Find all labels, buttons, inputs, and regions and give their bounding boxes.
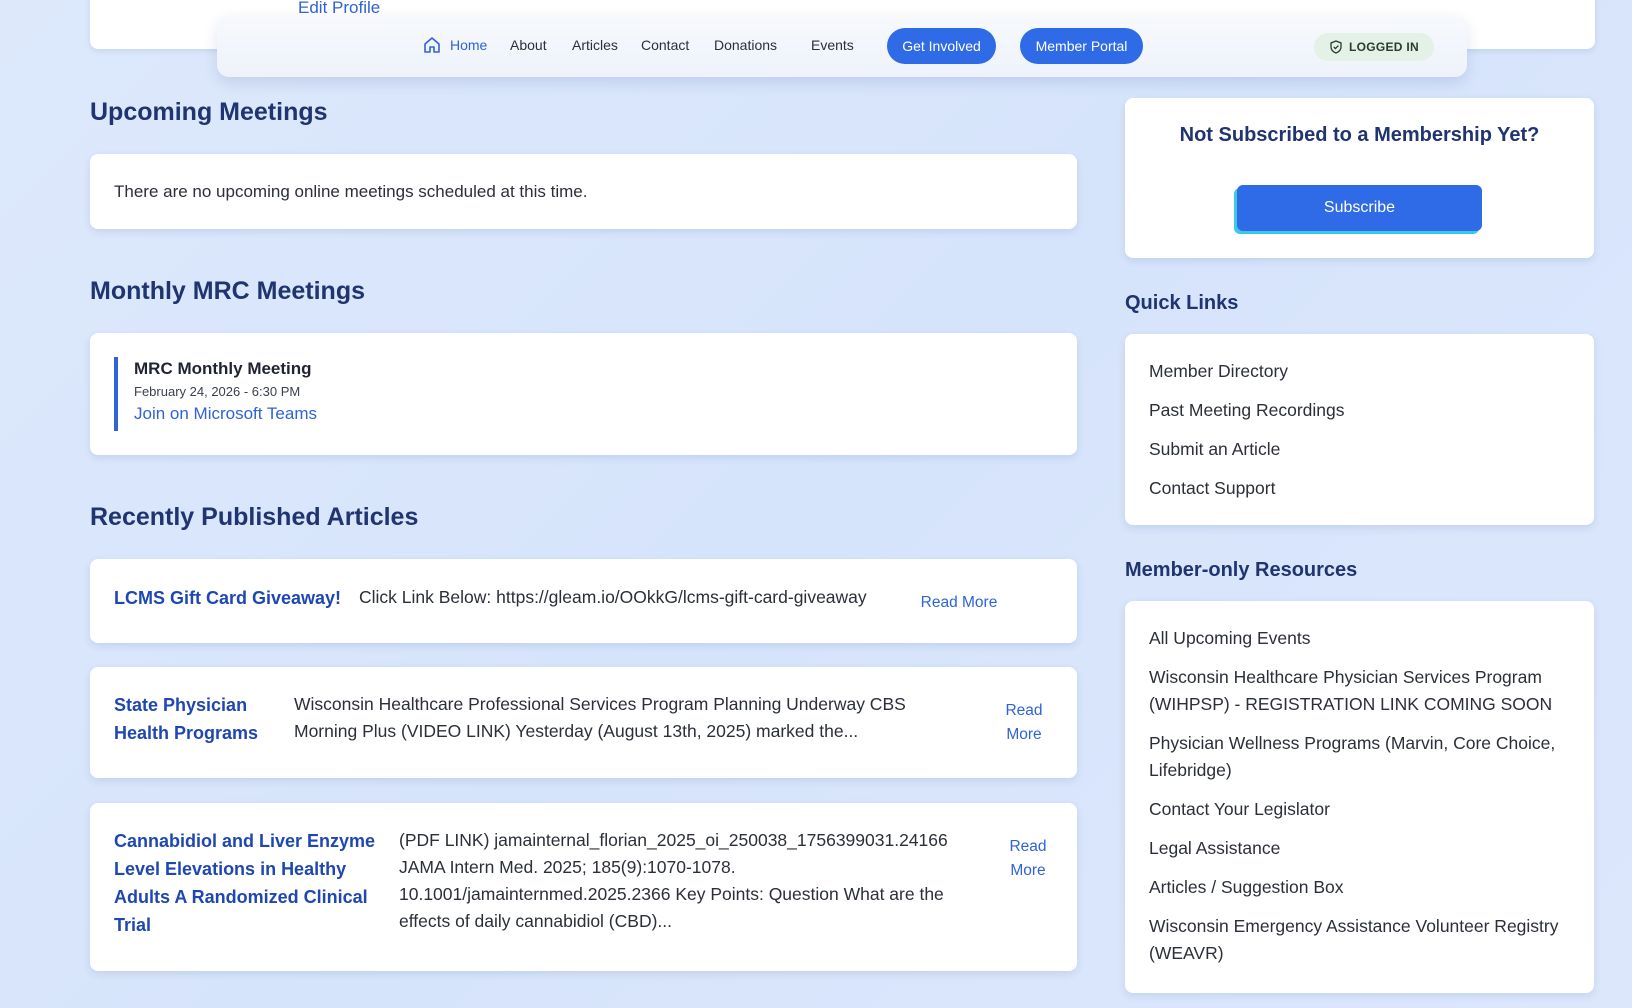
meeting-date: February 24, 2026 - 6:30 PM	[134, 384, 301, 399]
quick-links-heading: Quick Links	[1125, 292, 1239, 314]
article-excerpt: Click Link Below: https://gleam.io/OOkkG…	[359, 587, 867, 607]
upcoming-meetings-card: There are no upcoming online meetings sc…	[90, 154, 1077, 229]
join-teams-link[interactable]: Join on Microsoft Teams	[134, 404, 317, 424]
home-icon[interactable]	[422, 35, 442, 55]
subscribe-title: Not Subscribed to a Membership Yet?	[1179, 124, 1540, 146]
quick-link-submit-article[interactable]: Submit an Article	[1149, 436, 1345, 463]
member-resources-card: All Upcoming Events Wisconsin Healthcare…	[1125, 601, 1594, 993]
nav-contact[interactable]: Contact	[641, 37, 689, 53]
quick-links-card: Member Directory Past Meeting Recordings…	[1125, 334, 1594, 525]
read-more-link[interactable]: Read More	[999, 699, 1049, 747]
nav-events[interactable]: Events	[811, 37, 854, 53]
logged-in-badge: LOGGED IN	[1314, 33, 1434, 61]
nav-home[interactable]: Home	[450, 37, 487, 53]
resource-wellness-programs[interactable]: Physician Wellness Programs (Marvin, Cor…	[1149, 730, 1579, 784]
resource-legal-assistance[interactable]: Legal Assistance	[1149, 835, 1579, 862]
no-meetings-text: There are no upcoming online meetings sc…	[114, 182, 588, 201]
nav-donations[interactable]: Donations	[714, 37, 777, 53]
articles-heading: Recently Published Articles	[90, 503, 419, 531]
meeting-title: MRC Monthly Meeting	[134, 359, 312, 378]
quick-link-past-recordings[interactable]: Past Meeting Recordings	[1149, 397, 1345, 424]
monthly-meetings-heading: Monthly MRC Meetings	[90, 277, 365, 305]
resource-upcoming-events[interactable]: All Upcoming Events	[1149, 625, 1579, 652]
subscribe-card: Not Subscribed to a Membership Yet? Subs…	[1125, 98, 1594, 258]
resource-wihpsp[interactable]: Wisconsin Healthcare Physician Services …	[1149, 664, 1579, 718]
member-resources-heading: Member-only Resources	[1125, 559, 1358, 581]
article-card: LCMS Gift Card Giveaway! Click Link Belo…	[90, 559, 1077, 643]
read-more-link[interactable]: Read More	[904, 591, 1014, 615]
member-portal-button[interactable]: Member Portal	[1020, 28, 1143, 64]
shield-check-icon	[1330, 40, 1342, 54]
meeting-item: MRC Monthly Meeting February 24, 2026 - …	[114, 357, 317, 431]
status-label: LOGGED IN	[1348, 40, 1420, 54]
quick-links-list: Member Directory Past Meeting Recordings…	[1149, 358, 1345, 514]
member-resources-list: All Upcoming Events Wisconsin Healthcare…	[1149, 625, 1579, 979]
subscribe-button[interactable]: Subscribe	[1237, 185, 1482, 231]
nav-articles[interactable]: Articles	[572, 37, 618, 53]
resource-weavr[interactable]: Wisconsin Emergency Assistance Volunteer…	[1149, 913, 1579, 967]
article-title[interactable]: LCMS Gift Card Giveaway!	[114, 584, 354, 612]
quick-link-contact-support[interactable]: Contact Support	[1149, 475, 1345, 502]
get-involved-button[interactable]: Get Involved	[887, 28, 996, 64]
monthly-meetings-card: MRC Monthly Meeting February 24, 2026 - …	[90, 333, 1077, 455]
resource-contact-legislator[interactable]: Contact Your Legislator	[1149, 796, 1579, 823]
read-more-link[interactable]: Read More	[1003, 835, 1053, 883]
article-title[interactable]: State Physician Health Programs	[114, 691, 274, 747]
resource-suggestion-box[interactable]: Articles / Suggestion Box	[1149, 874, 1579, 901]
nav-about[interactable]: About	[510, 37, 547, 53]
article-excerpt: (PDF LINK) jamainternal_florian_2025_oi_…	[399, 830, 948, 931]
article-title[interactable]: Cannabidiol and Liver Enzyme Level Eleva…	[114, 827, 384, 939]
quick-link-member-directory[interactable]: Member Directory	[1149, 358, 1345, 385]
article-card: Cannabidiol and Liver Enzyme Level Eleva…	[90, 803, 1077, 971]
upcoming-meetings-heading: Upcoming Meetings	[90, 98, 328, 126]
article-card: State Physician Health Programs Wisconsi…	[90, 667, 1077, 778]
article-excerpt: Wisconsin Healthcare Professional Servic…	[294, 694, 906, 741]
main-navbar: Home About Articles Contact Donations Ev…	[217, 15, 1467, 77]
